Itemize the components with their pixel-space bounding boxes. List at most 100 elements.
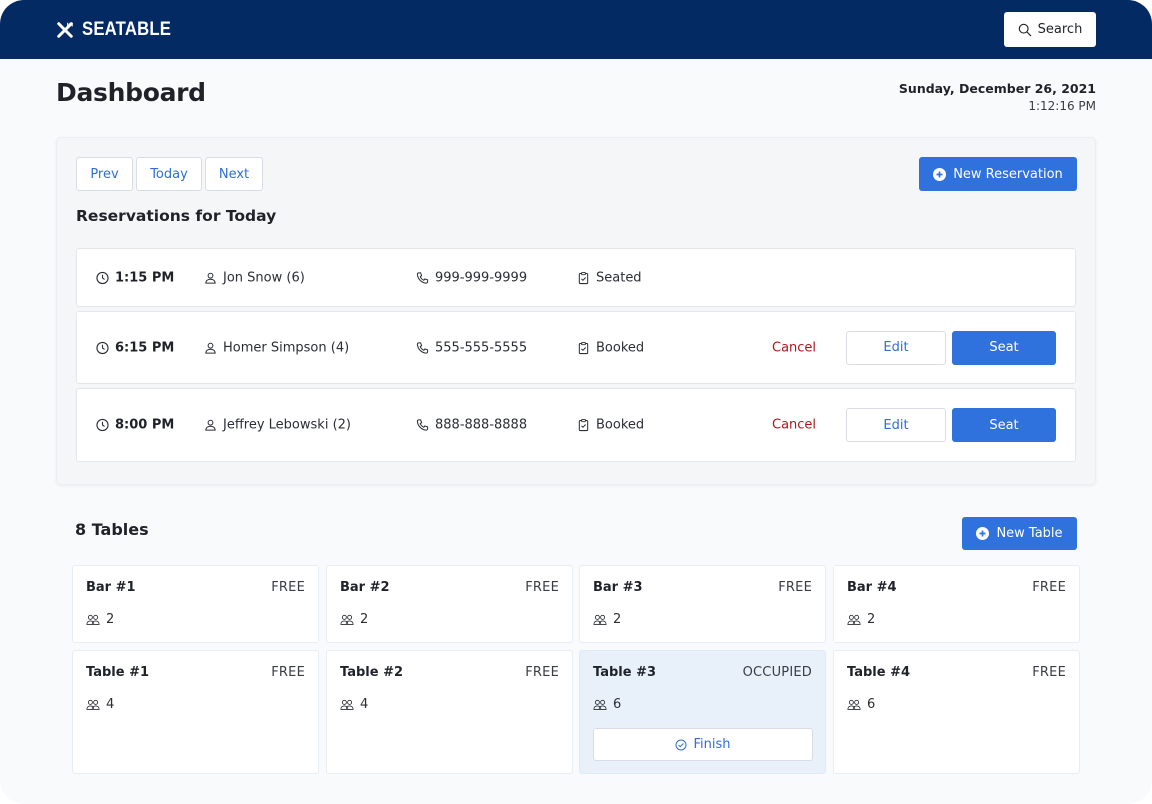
table-tile[interactable]: Table #4 FREE 6 (833, 650, 1080, 774)
table-seats-count: 4 (106, 697, 115, 712)
reservation-time: 8:00 PM (96, 418, 174, 433)
users-icon (593, 699, 607, 710)
prev-button[interactable]: Prev (76, 157, 133, 191)
table-status: FREE (778, 580, 812, 595)
cancel-reservation-button[interactable]: Cancel (772, 418, 816, 433)
reservation-time-text: 6:15 PM (115, 340, 175, 355)
table-tile[interactable]: Bar #2 FREE 2 (326, 565, 573, 643)
table-seats-count: 2 (867, 612, 876, 627)
users-icon (847, 614, 861, 625)
reservation-time-text: 8:00 PM (115, 417, 175, 433)
reservation-guest: Jeffrey Lebowski (2) (204, 418, 351, 433)
brand-name: SEATABLE (82, 19, 172, 40)
app-frame: SEATABLE Search Dashboard Sunday, Decemb… (0, 0, 1152, 804)
table-name: Bar #2 (340, 580, 390, 595)
reservation-row: 8:00 PM Jeffrey Lebowski (2) 888-888-888… (76, 388, 1076, 462)
next-button[interactable]: Next (205, 157, 263, 191)
table-name: Bar #1 (86, 580, 136, 595)
table-status: FREE (525, 665, 559, 680)
table-tile[interactable]: Bar #4 FREE 2 (833, 565, 1080, 643)
tables-heading: 8 Tables (75, 520, 149, 539)
phone-icon (416, 271, 429, 284)
reservation-status: Booked (577, 340, 644, 355)
today-button[interactable]: Today (136, 157, 202, 191)
table-tile[interactable]: Bar #3 FREE 2 (579, 565, 826, 643)
edit-reservation-button[interactable]: Edit (846, 408, 946, 442)
finish-label: Finish (693, 737, 731, 752)
table-seats: 2 (340, 612, 368, 627)
user-icon (205, 272, 216, 284)
clipboard-check-icon (578, 418, 589, 432)
table-seats: 6 (847, 697, 875, 712)
new-reservation-label: New Reservation (953, 166, 1063, 182)
reservation-time: 1:15 PM (96, 270, 174, 285)
table-seats: 6 (593, 697, 621, 712)
users-icon (593, 614, 607, 625)
seat-reservation-button[interactable]: Seat (952, 330, 1056, 365)
search-icon (1018, 23, 1031, 36)
utensils-icon (57, 22, 73, 38)
table-name: Table #1 (86, 665, 150, 680)
table-tile-occupied[interactable]: Table #3 OCCUPIED 6 Finish (579, 650, 826, 774)
table-name: Table #3 (593, 665, 657, 680)
table-status: FREE (1032, 580, 1066, 595)
table-seats-count: 2 (613, 612, 622, 627)
reservation-phone-text: 999-999-9999 (435, 270, 528, 285)
seat-reservation-button[interactable]: Seat (952, 408, 1056, 442)
table-name: Bar #3 (593, 580, 643, 595)
reservations-panel: Prev Today Next New Reservation Reservat… (56, 137, 1096, 485)
clock-icon (96, 271, 109, 284)
table-tile[interactable]: Table #1 FREE 4 (72, 650, 319, 774)
table-status: OCCUPIED (742, 665, 812, 680)
clock-icon (96, 418, 109, 432)
table-seats-count: 6 (867, 697, 876, 712)
clipboard-check-icon (578, 271, 589, 284)
reservation-guest-text: Jon Snow (6) (223, 270, 305, 285)
reservation-guest: Jon Snow (6) (204, 270, 305, 285)
table-name: Table #2 (340, 665, 404, 680)
phone-icon (416, 341, 429, 354)
table-seats: 2 (86, 612, 114, 627)
table-seats: 4 (340, 697, 368, 712)
users-icon (86, 614, 100, 625)
table-status: FREE (271, 665, 305, 680)
search-button[interactable]: Search (1004, 12, 1096, 47)
table-name: Bar #4 (847, 580, 897, 595)
user-icon (205, 419, 216, 431)
table-status: FREE (1032, 665, 1066, 680)
reservation-row: 1:15 PM Jon Snow (6) 999-999-9999 Seated (76, 248, 1076, 307)
finish-button[interactable]: Finish (593, 728, 813, 761)
table-tile[interactable]: Table #2 FREE 4 (326, 650, 573, 774)
check-circle-icon (675, 739, 687, 750)
users-icon (340, 614, 354, 625)
plus-circle-icon (933, 167, 947, 181)
reservation-status-text: Booked (596, 417, 645, 433)
users-icon (847, 699, 861, 710)
reservation-status: Booked (577, 418, 644, 433)
new-reservation-button[interactable]: New Reservation (919, 157, 1077, 191)
reservation-phone: 888-888-8888 (416, 418, 527, 433)
plus-circle-icon (976, 527, 990, 540)
page-title: Dashboard (56, 78, 206, 107)
reservation-guest-text: Homer Simpson (4) (223, 340, 350, 355)
reservation-phone-text: 555-555-5555 (435, 340, 528, 355)
edit-reservation-button[interactable]: Edit (846, 330, 946, 365)
table-seats: 2 (593, 612, 621, 627)
phone-icon (416, 419, 429, 431)
table-seats-count: 2 (106, 612, 115, 627)
reservation-phone: 555-555-5555 (416, 340, 527, 355)
brand-logo[interactable]: SEATABLE (56, 18, 183, 42)
table-seats-count: 4 (360, 697, 369, 712)
table-seats-count: 6 (613, 697, 622, 712)
table-name: Table #4 (847, 665, 911, 680)
search-label: Search (1037, 22, 1083, 37)
reservation-status-text: Seated (596, 270, 642, 285)
cancel-reservation-button[interactable]: Cancel (772, 340, 816, 355)
reservation-time-text: 1:15 PM (115, 270, 175, 285)
reservation-status: Seated (577, 270, 642, 285)
new-table-button[interactable]: New Table (962, 517, 1077, 550)
reservations-heading: Reservations for Today (76, 207, 277, 225)
reservation-row: 6:15 PM Homer Simpson (4) 555-555-5555 B… (76, 311, 1076, 384)
users-icon (86, 699, 100, 710)
table-tile[interactable]: Bar #1 FREE 2 (72, 565, 319, 643)
